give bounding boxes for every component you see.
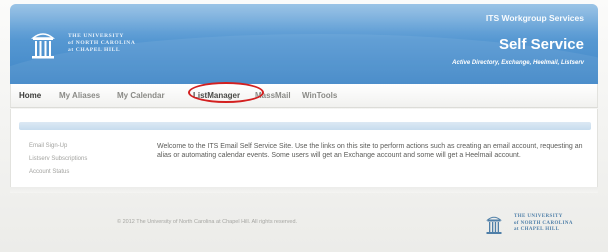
sidebar-item-email-sign-up[interactable]: Email Sign-Up xyxy=(29,143,87,149)
old-well-icon xyxy=(486,216,502,234)
tab-wintools[interactable]: WinTools xyxy=(302,91,337,100)
old-well-icon xyxy=(31,33,55,59)
content-bottom-edge xyxy=(10,187,598,193)
tab-massmail[interactable]: MassMail xyxy=(255,91,291,100)
site-frame: THE UNIVERSITY of NORTH CAROLINA at CHAP… xyxy=(10,4,600,244)
site-header: THE UNIVERSITY of NORTH CAROLINA at CHAP… xyxy=(10,4,598,84)
sidebar-item-account-status[interactable]: Account Status xyxy=(29,169,87,175)
service-subtitle: Active Directory, Exchange, Heelmail, Li… xyxy=(452,60,584,66)
sidebar-item-listserv-subscriptions[interactable]: Listserv Subscriptions xyxy=(29,156,87,162)
logo-line: at CHAPEL HILL xyxy=(514,227,560,232)
footer-university-logo: THE UNIVERSITY of NORTH CAROLINA at CHAP… xyxy=(514,214,573,234)
welcome-text: Welcome to the ITS Email Self Service Si… xyxy=(157,143,583,159)
service-group-label: ITS Workgroup Services xyxy=(485,13,584,23)
copyright-text: © 2012 The University of North Carolina … xyxy=(117,219,298,225)
tab-home[interactable]: Home xyxy=(19,91,41,100)
logo-line: at CHAPEL HILL xyxy=(68,47,121,53)
sidebar: Email Sign-Up Listserv Subscriptions Acc… xyxy=(29,143,87,182)
main-content: Email Sign-Up Listserv Subscriptions Acc… xyxy=(10,109,598,187)
university-logo-text: THE UNIVERSITY of NORTH CAROLINA at CHAP… xyxy=(68,33,135,54)
page-title: Self Service xyxy=(498,36,584,53)
tab-my-calendar[interactable]: My Calendar xyxy=(117,91,165,100)
tab-my-aliases[interactable]: My Aliases xyxy=(59,91,100,100)
content-header-bar xyxy=(19,122,591,130)
main-nav: Home My Aliases My Calendar ListManager … xyxy=(10,84,598,108)
logo-line: THE UNIVERSITY xyxy=(68,33,124,39)
tab-listmanager[interactable]: ListManager xyxy=(193,91,240,100)
logo-line: of NORTH CAROLINA xyxy=(68,40,136,46)
